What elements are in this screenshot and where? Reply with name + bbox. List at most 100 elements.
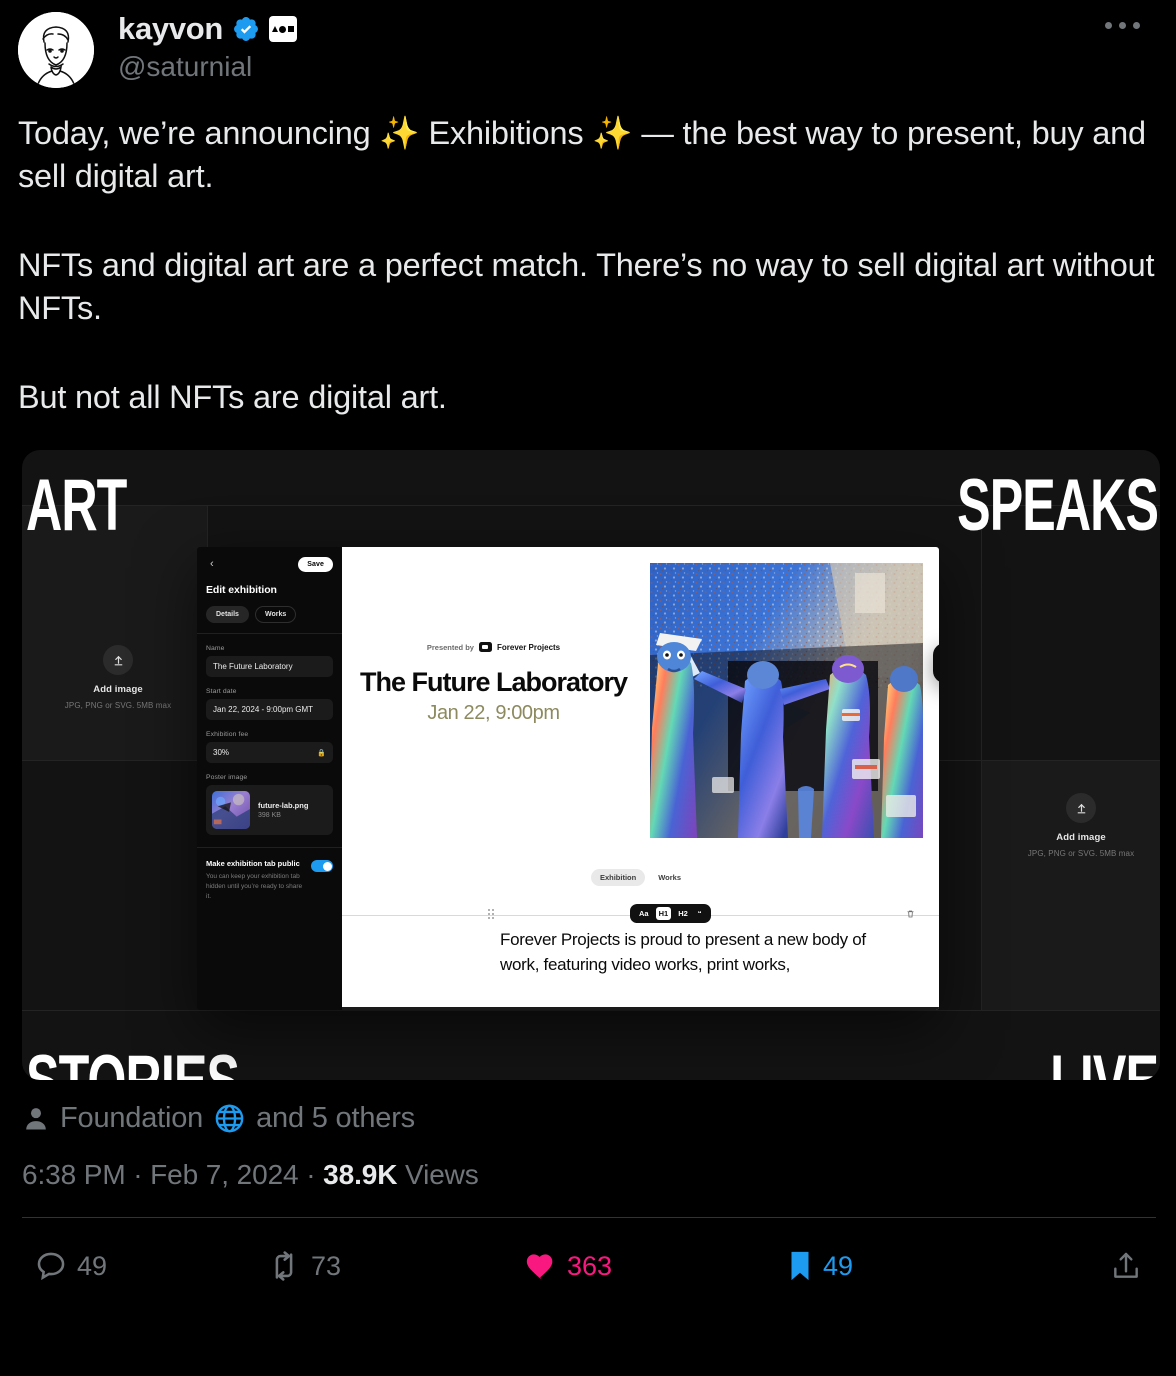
upload-icon	[1066, 793, 1096, 824]
drag-handle-icon[interactable]	[488, 909, 494, 920]
field-label: Exhibition fee	[206, 731, 249, 739]
add-content-toolbar[interactable]: Add content Aa	[933, 643, 939, 684]
dot	[492, 917, 494, 920]
dot	[492, 909, 494, 912]
exhibition-fee-input[interactable]: 30% 🔒	[206, 742, 333, 764]
globe-icon	[215, 1105, 244, 1133]
exhibition-body-text[interactable]: Forever Projects is proud to present a n…	[500, 928, 900, 977]
display-name[interactable]: kayvon	[118, 11, 223, 46]
views-label: Views	[397, 1159, 479, 1191]
retweet-icon	[275, 1251, 293, 1282]
trash-icon[interactable]	[903, 907, 917, 921]
add-image-subtitle: JPG, PNG or SVG. 5MB max	[1027, 849, 1135, 859]
tweet-paragraph-1: Today, we’re announcing ✨ Exhibitions ✨ …	[18, 112, 1158, 198]
canvas-tabs: Exhibition Works	[342, 869, 939, 887]
canvas-tab-exhibition[interactable]: Exhibition	[590, 869, 646, 887]
add-image-title: Add image	[1056, 832, 1106, 844]
action-bar: 49 73 363 49	[0, 1218, 1176, 1314]
like-button[interactable]: 363	[524, 1249, 786, 1283]
field-label: Poster image	[206, 774, 248, 782]
author-block: kayvon @saturnial	[118, 10, 298, 84]
field-value: 30%	[213, 748, 230, 758]
dot	[1105, 22, 1112, 29]
bookmark-button[interactable]: 49	[786, 1249, 1038, 1283]
field-start-date: Start date Jan 22, 2024 - 9:00pm GMT	[206, 688, 333, 721]
like-count: 363	[567, 1250, 613, 1281]
retweet-count: 73	[311, 1250, 342, 1281]
field-poster-image: Poster image future-lab.png 398 KB	[206, 774, 333, 836]
exhibition-editor-window[interactable]: ‹ Save Edit exhibition Details Works Nam…	[197, 547, 939, 1011]
social-context-row[interactable]: Foundation and 5 others	[0, 1080, 1176, 1135]
add-image-subtitle: JPG, PNG or SVG. 5MB max	[64, 701, 172, 711]
dot	[1133, 22, 1140, 29]
presented-by-row: Presented by Forever Projects	[342, 642, 645, 653]
tab-works[interactable]: Works	[254, 606, 297, 624]
name-input[interactable]: The Future Laboratory	[206, 656, 333, 678]
handle[interactable]: @saturnial	[118, 50, 297, 84]
tweet-date: Feb 7, 2024	[150, 1159, 299, 1191]
separator: ·	[298, 1159, 324, 1191]
poster-filename: future-lab.png	[258, 801, 309, 811]
social-context-name[interactable]: Foundation	[60, 1102, 203, 1135]
exhibition-title: The Future Laboratory	[359, 667, 628, 698]
corner-word-top-right: SPEAKS	[957, 465, 1159, 547]
format-h2-button[interactable]: H2	[675, 907, 691, 920]
start-date-input[interactable]: Jan 22, 2024 - 9:00pm GMT	[206, 699, 333, 721]
sparkles-icon: ✨	[592, 115, 633, 151]
editor-canvas[interactable]: Presented by Forever Projects The Future…	[342, 547, 939, 1011]
add-image-placeholder-left[interactable]: Add image JPG, PNG or SVG. 5MB max	[59, 645, 177, 710]
format-quote-button[interactable]: “	[695, 907, 705, 920]
field-exhibition-fee: Exhibition fee 30% 🔒	[206, 731, 333, 764]
square-shape	[287, 25, 295, 33]
divider	[197, 847, 342, 849]
share-button[interactable]	[1110, 1249, 1142, 1283]
forever-projects-logo-icon	[478, 642, 492, 653]
block-format-toolbar[interactable]: Aa H1 H2 “	[630, 904, 711, 924]
tweet-body: Today, we’re announcing ✨ Exhibitions ✨ …	[0, 100, 1176, 418]
artwork-illustration	[650, 563, 923, 839]
poster-filesize: 398 KB	[258, 812, 281, 820]
verified-badge-icon	[234, 17, 259, 42]
tweet-header: kayvon @saturnial	[0, 0, 1176, 100]
bookmark-icon	[791, 1252, 809, 1281]
poster-thumb-art	[212, 791, 250, 830]
retweet-button[interactable]: 73	[266, 1249, 524, 1283]
canvas-tab-works[interactable]: Works	[649, 869, 690, 886]
heart-icon	[526, 1254, 553, 1280]
more-options-icon[interactable]	[1099, 16, 1146, 35]
format-h1-button[interactable]: H1	[655, 907, 672, 921]
public-toggle-switch[interactable]	[311, 860, 333, 873]
corner-word-top-left: ART	[26, 465, 127, 547]
avatar[interactable]	[18, 12, 94, 88]
back-chevron-icon[interactable]: ‹	[206, 557, 218, 572]
field-name: Name The Future Laboratory	[206, 645, 333, 678]
toggle-label: Make exhibition tab public	[206, 859, 300, 869]
toggle-help-text: You can keep your exhibition tab hidden …	[206, 873, 303, 900]
add-image-placeholder-right[interactable]: Add image JPG, PNG or SVG. 5MB max	[1022, 793, 1140, 858]
artwork-image[interactable]	[650, 563, 923, 839]
field-value: The Future Laboratory	[213, 662, 293, 672]
foundation-badge-icon[interactable]	[269, 16, 298, 43]
logo-mark	[482, 645, 489, 650]
dot	[488, 913, 490, 916]
poster-file-row[interactable]: future-lab.png 398 KB	[206, 785, 333, 836]
timestamp-row: 6:38 PM · Feb 7, 2024 · 38.9K Views	[0, 1135, 1176, 1191]
tweet-time: 6:38 PM	[22, 1159, 126, 1191]
presenter-name: Forever Projects	[496, 642, 561, 652]
tab-details[interactable]: Details	[206, 606, 249, 624]
format-aa-button[interactable]: Aa	[636, 907, 652, 920]
sidebar-title: Edit exhibition	[206, 584, 277, 597]
bookmark-count: 49	[823, 1250, 854, 1281]
save-button[interactable]: Save	[298, 557, 333, 573]
embedded-media-card[interactable]: ART SPEAKS STORIES LIVE Add image JPG, P…	[22, 450, 1160, 1081]
views-count: 38.9K	[323, 1159, 398, 1191]
sidebar-top-bar: ‹ Save	[206, 557, 333, 573]
grid-line	[22, 1010, 1160, 1012]
field-label: Start date	[206, 688, 237, 696]
trash-glyph	[907, 911, 913, 918]
poster-thumbnail	[212, 791, 250, 830]
toggle-text-block: Make exhibition tab public You can keep …	[206, 859, 305, 901]
reply-button[interactable]: 49	[34, 1249, 266, 1283]
dot	[488, 917, 490, 920]
